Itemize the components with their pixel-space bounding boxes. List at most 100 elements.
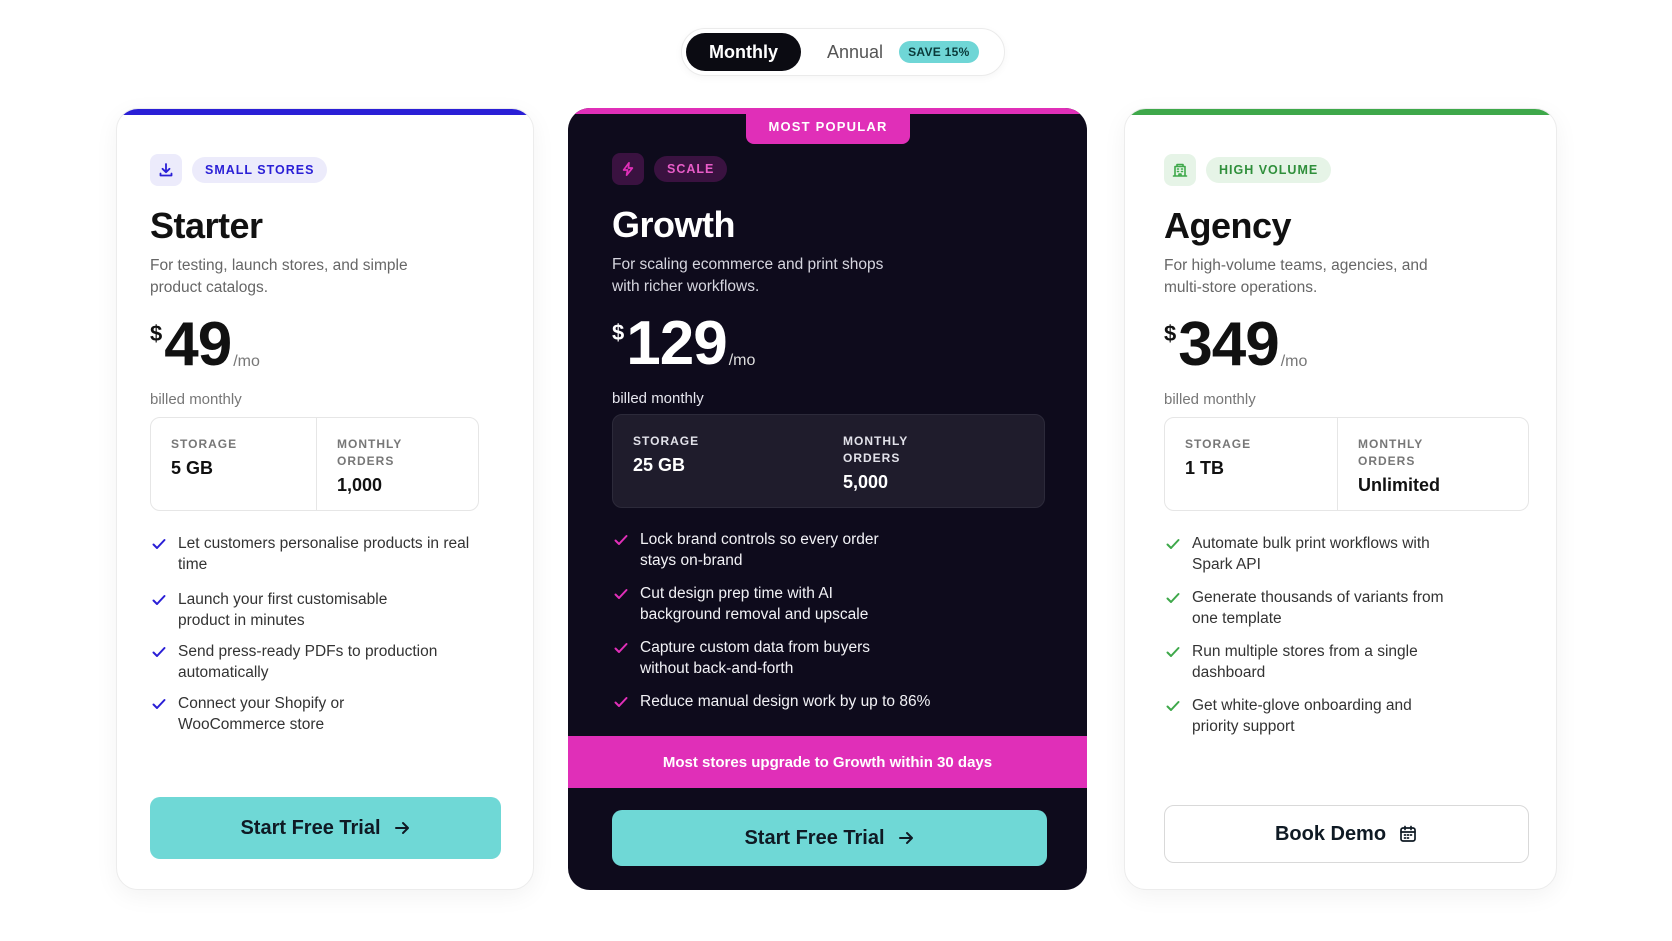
feature-text: Let customers personalise products in re… xyxy=(178,535,470,573)
plan-name: Starter xyxy=(150,205,263,246)
feature-list: Let customers personalise products in re… xyxy=(150,533,490,735)
save-badge: SAVE 15% xyxy=(899,41,979,63)
plan-card-agency: HIGH VOLUME Agency For high-volume teams… xyxy=(1124,108,1557,890)
stat-label: STORAGE xyxy=(1185,437,1252,451)
stat-value: 5 GB xyxy=(171,458,214,478)
card-accent-bar xyxy=(1125,109,1556,115)
feature-text: Lock brand controls so every order stays… xyxy=(640,531,879,569)
check-icon xyxy=(152,595,166,605)
cta-label: Book Demo xyxy=(1274,822,1387,845)
annual-toggle-button[interactable]: Annual SAVE 15% xyxy=(827,41,979,63)
check-icon xyxy=(614,589,628,599)
stat-label: MONTHLY ORDERS xyxy=(843,434,909,465)
feature-text: Launch your first customisable product i… xyxy=(178,591,388,629)
stat-storage: STORAGE 5 GB xyxy=(151,418,316,510)
feature-text: Automate bulk print workflows with Spark… xyxy=(1192,535,1430,573)
check-icon xyxy=(614,535,628,545)
download-icon xyxy=(150,154,182,186)
stat-storage: STORAGE 25 GB xyxy=(613,415,823,507)
feature-item: Cut design prep time with AI background … xyxy=(612,583,892,625)
price-period: /mo xyxy=(1280,353,1308,370)
plan-card-starter: SMALL STORES Starter For testing, launch… xyxy=(116,108,534,890)
stat-label: MONTHLY ORDERS xyxy=(337,437,403,468)
feature-text: Generate thousands of variants from one … xyxy=(1192,589,1444,627)
billing-note: billed monthly xyxy=(150,391,242,408)
check-icon xyxy=(1166,701,1180,711)
book-demo-button[interactable]: Book Demo xyxy=(1164,805,1529,863)
feature-item: Generate thousands of variants from one … xyxy=(1164,587,1454,629)
plan-stats: STORAGE 1 TB MONTHLY ORDERS Unlimited xyxy=(1164,417,1529,511)
plan-tag: SCALE xyxy=(654,156,728,182)
check-icon xyxy=(152,539,166,549)
stat-label: MONTHLY ORDERS xyxy=(1358,437,1424,468)
check-icon xyxy=(1166,593,1180,603)
feature-item: Lock brand controls so every order stays… xyxy=(612,529,892,571)
stat-value: 1,000 xyxy=(337,475,383,495)
price-period: /mo xyxy=(233,353,260,370)
feature-text: Send press-ready PDFs to production auto… xyxy=(178,643,438,681)
building-icon xyxy=(1164,154,1196,186)
price-period: /mo xyxy=(728,352,756,369)
currency-symbol: $ xyxy=(1164,321,1177,346)
stat-value: 25 GB xyxy=(633,455,686,475)
plan-card-growth: MOST POPULAR SCALE Growth For scaling ec… xyxy=(568,108,1087,890)
stat-value: Unlimited xyxy=(1358,475,1441,495)
feature-text: Run multiple stores from a single dashbo… xyxy=(1192,643,1418,681)
price-amount: 349 xyxy=(1178,310,1279,379)
billing-toggle: Monthly Annual SAVE 15% xyxy=(681,28,1005,76)
stat-storage: STORAGE 1 TB xyxy=(1165,418,1337,510)
stat-monthly-orders: MONTHLY ORDERS Unlimited xyxy=(1337,418,1528,510)
start-free-trial-button[interactable]: Start Free Trial xyxy=(150,797,501,859)
feature-text: Capture custom data from buyers without … xyxy=(640,639,871,677)
stat-value: 5,000 xyxy=(843,472,889,492)
feature-text: Reduce manual design work by up to 86% xyxy=(640,693,931,710)
feature-item: Capture custom data from buyers without … xyxy=(612,637,892,679)
billing-note: billed monthly xyxy=(1164,391,1256,408)
check-icon xyxy=(152,699,166,709)
currency-symbol: $ xyxy=(150,321,163,346)
plan-name: Growth xyxy=(612,204,735,245)
plan-stats: STORAGE 25 GB MONTHLY ORDERS 5,000 xyxy=(612,414,1045,508)
feature-item: Let customers personalise products in re… xyxy=(150,533,490,575)
feature-item: Send press-ready PDFs to production auto… xyxy=(150,641,440,683)
price-amount: 129 xyxy=(626,309,727,378)
plan-price: $ 349 /mo xyxy=(1164,307,1307,383)
plan-name: Agency xyxy=(1164,205,1292,246)
monthly-toggle-button[interactable]: Monthly xyxy=(686,33,801,71)
plan-stats: STORAGE 5 GB MONTHLY ORDERS 1,000 xyxy=(150,417,479,511)
plan-description: For scaling ecommerce and print shops wi… xyxy=(612,256,884,295)
annual-label: Annual xyxy=(827,41,884,62)
stat-label: STORAGE xyxy=(171,437,238,451)
arrow-right-icon xyxy=(394,822,409,834)
cta-label: Start Free Trial xyxy=(744,826,885,849)
plan-description: For high-volume teams, agencies, and mul… xyxy=(1164,257,1428,296)
billing-note: billed monthly xyxy=(612,390,704,407)
start-free-trial-button[interactable]: Start Free Trial xyxy=(612,810,1047,866)
card-accent-bar xyxy=(117,109,533,115)
plan-tag: SMALL STORES xyxy=(192,157,328,183)
feature-item: Run multiple stores from a single dashbo… xyxy=(1164,641,1434,683)
stat-monthly-orders: MONTHLY ORDERS 5,000 xyxy=(823,415,1033,507)
upgrade-banner: Most stores upgrade to Growth within 30 … xyxy=(568,736,1087,788)
currency-symbol: $ xyxy=(612,320,625,345)
plan-price: $ 129 /mo xyxy=(612,306,755,382)
stat-monthly-orders: MONTHLY ORDERS 1,000 xyxy=(316,418,478,510)
feature-text: Connect your Shopify or WooCommerce stor… xyxy=(178,695,345,733)
feature-text: Cut design prep time with AI background … xyxy=(640,585,869,623)
stat-label: STORAGE xyxy=(633,434,700,448)
feature-list: Automate bulk print workflows with Spark… xyxy=(1164,533,1454,737)
stat-value: 1 TB xyxy=(1185,458,1225,478)
check-icon xyxy=(152,647,166,657)
plan-description: For testing, launch stores, and simple p… xyxy=(150,257,408,296)
price-amount: 49 xyxy=(164,310,232,379)
check-icon xyxy=(614,697,628,707)
feature-item: Automate bulk print workflows with Spark… xyxy=(1164,533,1454,575)
feature-item: Connect your Shopify or WooCommerce stor… xyxy=(150,693,370,735)
feature-list: Lock brand controls so every order stays… xyxy=(612,529,952,712)
feature-item: Reduce manual design work by up to 86% xyxy=(612,691,952,712)
most-popular-badge: MOST POPULAR xyxy=(746,108,910,144)
check-icon xyxy=(1166,647,1180,657)
feature-item: Get white-glove onboarding and priority … xyxy=(1164,695,1434,737)
arrow-right-icon xyxy=(898,832,913,844)
feature-item: Launch your first customisable product i… xyxy=(150,589,390,631)
